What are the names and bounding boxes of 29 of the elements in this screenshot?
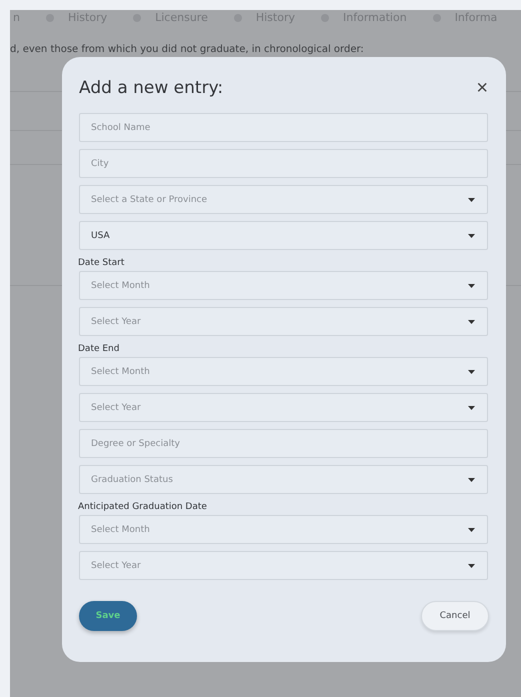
caret-icon [468,406,475,410]
select-field[interactable]: USA [79,221,488,250]
instruction-text: d, even those from which you did not graduate, in chronological order: [10,44,365,56]
caret-icon [468,284,475,288]
select-field[interactable]: Select Month [79,271,488,300]
select-field[interactable]: Select Year [79,393,488,422]
field-label: Date End [78,344,120,354]
select-field[interactable]: Graduation Status [79,465,488,494]
select-field[interactable]: Select a State or Province [79,185,488,214]
caret-icon [468,198,475,202]
cancel-button[interactable]: Cancel [421,601,489,631]
caret-icon [468,320,475,324]
caret-icon [468,234,475,238]
dialog-title: Add a new entry: [79,78,224,98]
caret-icon [468,564,475,568]
select-field[interactable]: Select Year [79,307,488,336]
close-button[interactable]: × [470,78,488,98]
caret-icon [468,370,475,374]
select-field[interactable]: Select Month [79,515,488,544]
text-field[interactable]: Degree or Specialty [79,429,488,458]
text-field[interactable]: City [79,149,488,178]
text-field[interactable]: School Name [79,113,488,142]
save-button[interactable]: Save [79,601,137,631]
caret-icon [468,528,475,532]
select-field[interactable]: Select Month [79,357,488,386]
select-field[interactable]: Select Year [79,551,488,580]
field-label: Anticipated Graduation Date [78,502,208,512]
field-label: Date Start [78,258,126,268]
caret-icon [468,478,475,482]
